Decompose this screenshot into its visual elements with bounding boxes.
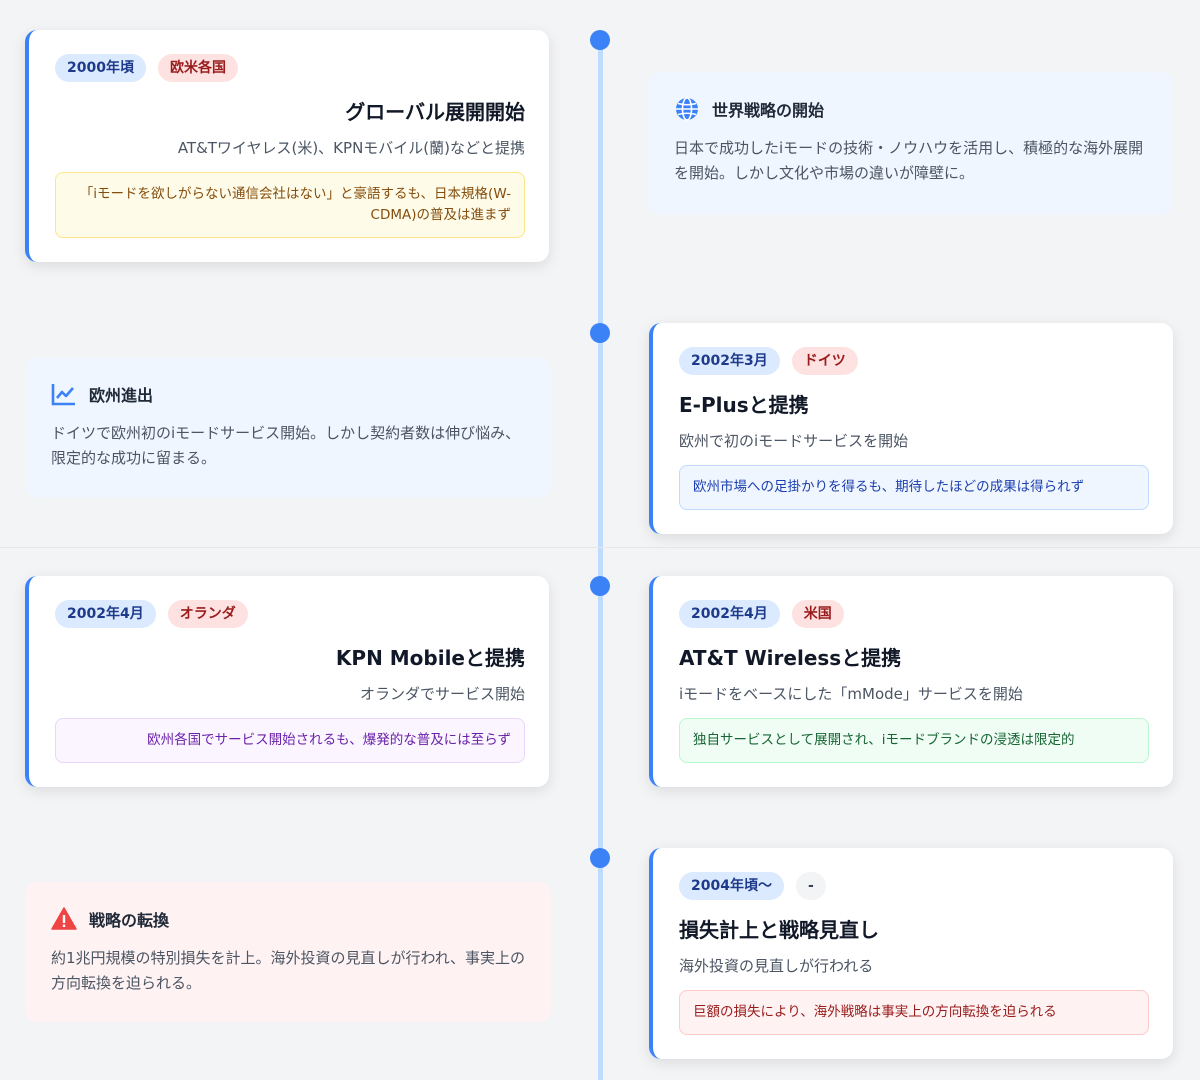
event-note: 巨額の損失により、海外戦略は事実上の方向転換を迫られる	[679, 990, 1149, 1035]
date-badge: 2002年3月	[679, 347, 780, 375]
summary-europe-entry: 欧州進出 ドイツで欧州初のiモードサービス開始。しかし契約者数は伸び悩み、限定的…	[25, 357, 551, 497]
event-title: KPN Mobileと提携	[335, 646, 525, 670]
event-card-loss: 2004年頃〜 - 損失計上と戦略見直し 海外投資の見直しが行われる 巨額の損失…	[649, 848, 1173, 1059]
event-description: 海外投資の見直しが行われる	[679, 957, 874, 975]
globe-icon	[674, 96, 700, 122]
event-title: E-Plusと提携	[679, 393, 809, 417]
event-card-eplus: 2002年3月 ドイツ E-Plusと提携 欧州で初のiモードサービスを開始 欧…	[649, 323, 1173, 534]
event-note: 欧州各国でサービス開始されるも、爆発的な普及には至らず	[55, 718, 525, 763]
event-note: 独自サービスとして展開され、iモードブランドの浸透は限定的	[679, 718, 1149, 763]
timeline-dot	[590, 30, 610, 50]
date-badge: 2002年4月	[679, 600, 780, 628]
summary-strategy-shift: 戦略の転換 約1兆円規模の特別損失を計上。海外投資の見直しが行われ、事実上の方向…	[25, 882, 551, 1022]
event-title: 損失計上と戦略見直し	[679, 918, 879, 942]
timeline-dot	[590, 323, 610, 343]
region-badge: ドイツ	[791, 347, 858, 375]
summary-text: ドイツで欧州初のiモードサービス開始。しかし契約者数は伸び悩み、限定的な成功に留…	[51, 424, 521, 467]
chart-line-icon	[51, 381, 77, 407]
event-badges: 2000年頃 欧米各国	[55, 54, 525, 82]
region-badge: 米国	[791, 600, 844, 628]
event-badges: 2004年頃〜 -	[679, 872, 1149, 900]
event-card-att: 2002年4月 米国 AT&T Wirelessと提携 iモードをベースにした「…	[649, 576, 1173, 787]
event-description: オランダでサービス開始	[359, 685, 525, 703]
date-badge: 2000年頃	[55, 54, 146, 82]
timeline-dot	[590, 848, 610, 868]
event-note: 欧州市場への足掛かりを得るも、期待したほどの成果は得られず	[679, 465, 1149, 510]
summary-title: 戦略の転換	[89, 911, 170, 930]
summary-global-strategy: 世界戦略の開始 日本で成功したiモードの技術・ノウハウを活用し、積極的な海外展開…	[648, 72, 1173, 215]
region-badge: -	[795, 872, 826, 900]
section-divider	[0, 547, 1200, 548]
event-description: AT&Tワイヤレス(米)、KPNモバイル(蘭)などと提携	[177, 139, 525, 157]
event-card-global-expansion: 2000年頃 欧米各国 グローバル展開開始 AT&Tワイヤレス(米)、KPNモバ…	[25, 30, 549, 262]
region-badge: オランダ	[167, 600, 248, 628]
summary-title: 世界戦略の開始	[712, 101, 825, 120]
timeline-dot	[590, 576, 610, 596]
event-badges: 2002年3月 ドイツ	[679, 347, 1149, 375]
event-card-kpn: 2002年4月 オランダ KPN Mobileと提携 オランダでサービス開始 欧…	[25, 576, 549, 787]
date-badge: 2002年4月	[55, 600, 156, 628]
timeline-line	[598, 40, 603, 1080]
event-badges: 2002年4月 米国	[679, 600, 1149, 628]
summary-title: 欧州進出	[89, 386, 154, 405]
summary-text: 約1兆円規模の特別損失を計上。海外投資の見直しが行われ、事実上の方向転換を迫られ…	[51, 949, 525, 992]
summary-text: 日本で成功したiモードの技術・ノウハウを活用し、積極的な海外展開を開始。しかし文…	[674, 139, 1144, 182]
event-title: AT&T Wirelessと提携	[679, 646, 902, 670]
region-badge: 欧米各国	[157, 54, 238, 82]
warning-icon	[51, 906, 77, 932]
event-badges: 2002年4月 オランダ	[55, 600, 525, 628]
event-description: 欧州で初のiモードサービスを開始	[679, 432, 909, 450]
event-note: 「iモードを欲しがらない通信会社はない」と豪語するも、日本規格(W-CDMA)の…	[55, 172, 525, 238]
event-title: グローバル展開開始	[345, 100, 525, 124]
date-badge: 2004年頃〜	[679, 872, 784, 900]
event-description: iモードをベースにした「mMode」サービスを開始	[679, 685, 1023, 703]
